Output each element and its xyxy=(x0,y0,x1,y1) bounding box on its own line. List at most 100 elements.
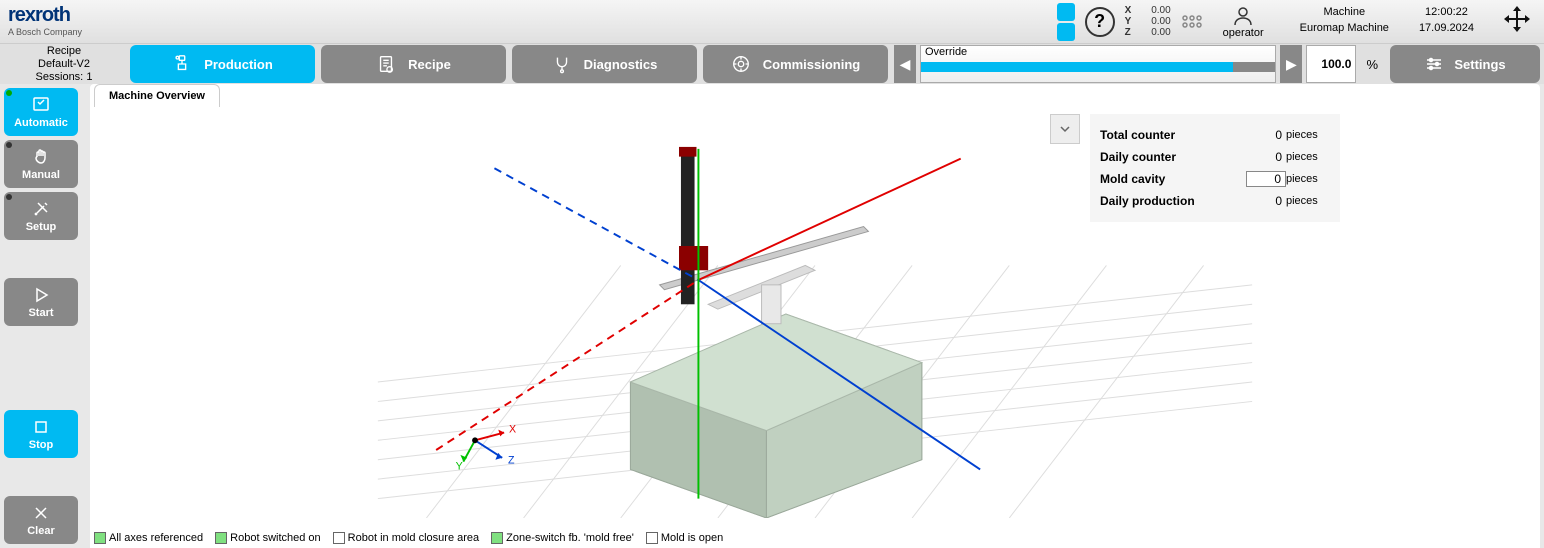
status-axes-ref: All axes referenced xyxy=(94,532,203,544)
daily-counter-value: 0 xyxy=(1246,150,1286,164)
stop-icon xyxy=(31,417,51,437)
machine-label: Machine xyxy=(1300,4,1389,20)
status-box-icon xyxy=(646,532,658,544)
override-slider[interactable]: Override xyxy=(920,45,1276,83)
axis-y-value: 0.00 xyxy=(1141,16,1171,27)
main-nav: Recipe Default-V2 Sessions: 1 Production… xyxy=(0,44,1544,84)
side-stop-label: Stop xyxy=(29,439,53,451)
override-value[interactable]: 100.0 xyxy=(1306,45,1356,83)
recipe-label: Recipe xyxy=(4,45,124,58)
triad-x-label: X xyxy=(509,424,516,436)
total-counter-unit: pieces xyxy=(1286,129,1330,141)
side-automatic[interactable]: Automatic xyxy=(4,88,78,136)
axis-button-top[interactable] xyxy=(1057,3,1075,21)
nav-diagnostics[interactable]: Diagnostics xyxy=(512,45,697,83)
settings-button[interactable]: Settings xyxy=(1390,45,1540,83)
side-clear-label: Clear xyxy=(27,525,55,537)
machine-date: 17.09.2024 xyxy=(1419,20,1474,36)
user-icon xyxy=(1232,5,1254,27)
recipe-info: Recipe Default-V2 Sessions: 1 xyxy=(4,45,124,84)
side-setup-label: Setup xyxy=(26,221,57,233)
grid-icon[interactable] xyxy=(1181,14,1203,30)
daily-counter-unit: pieces xyxy=(1286,151,1330,163)
axis-x-value: 0.00 xyxy=(1141,5,1171,16)
recipe-name: Default-V2 xyxy=(4,58,124,71)
status-box-icon xyxy=(94,532,106,544)
nav-production-label: Production xyxy=(204,57,273,72)
side-stop[interactable]: Stop xyxy=(4,410,78,458)
nav-commissioning[interactable]: Commissioning xyxy=(703,45,888,83)
robot-icon xyxy=(172,54,192,74)
main-panel: Machine Overview xyxy=(90,84,1540,548)
triad-z-label: Z xyxy=(508,455,515,467)
logo-subtitle: A Bosch Company xyxy=(8,27,122,37)
logo: rexroth A Bosch Company xyxy=(0,0,130,43)
total-counter-label: Total counter xyxy=(1100,128,1246,142)
axis-button-bottom[interactable] xyxy=(1057,23,1075,41)
tab-bar: Machine Overview xyxy=(90,84,1540,107)
override-block: ◀ Override ▶ 100.0 % xyxy=(894,45,1384,83)
play-icon xyxy=(31,285,51,305)
side-clear[interactable]: Clear xyxy=(4,496,78,544)
status-bar: All axes referenced Robot switched on Ro… xyxy=(94,532,1536,544)
axis-readout: ? X 0.00 Y 0.00 Z 0.00 operator xyxy=(1057,0,1284,43)
diagnostics-icon xyxy=(552,54,572,74)
recipe-sessions: Sessions: 1 xyxy=(4,71,124,84)
commissioning-icon xyxy=(731,54,751,74)
automatic-icon xyxy=(31,95,51,115)
expand-button[interactable] xyxy=(1050,114,1080,144)
override-label: Override xyxy=(925,46,967,58)
nav-recipe[interactable]: Recipe xyxy=(321,45,506,83)
mold-cavity-unit: pieces xyxy=(1286,173,1330,185)
mold-cavity-label: Mold cavity xyxy=(1100,172,1246,186)
sidebar: Automatic Manual Setup Start xyxy=(0,84,90,548)
override-unit: % xyxy=(1360,57,1384,72)
axis-z-label: Z xyxy=(1125,27,1135,38)
nav-commissioning-label: Commissioning xyxy=(763,57,861,72)
triad-y-label: Y xyxy=(456,460,463,472)
side-start[interactable]: Start xyxy=(4,278,78,326)
settings-icon xyxy=(1424,54,1444,74)
nav-production[interactable]: Production xyxy=(130,45,315,83)
counter-panel: Total counter 0 pieces Daily counter 0 p… xyxy=(1090,114,1340,222)
tab-overview[interactable]: Machine Overview xyxy=(94,84,220,107)
header: rexroth A Bosch Company ? X 0.00 Y 0.00 Z0… xyxy=(0,0,1544,44)
tools-icon xyxy=(31,199,51,219)
hand-icon xyxy=(31,147,51,167)
machine-time: 12:00:22 xyxy=(1419,4,1474,20)
logo-text: rexroth xyxy=(8,4,122,27)
daily-production-value: 0 xyxy=(1246,194,1286,208)
content: Automatic Manual Setup Start xyxy=(0,84,1544,548)
operator-label: operator xyxy=(1223,27,1264,39)
status-robot-on: Robot switched on xyxy=(215,532,321,544)
status-box-icon xyxy=(333,532,345,544)
axis-y-label: Y xyxy=(1125,16,1135,27)
status-mold-open: Mold is open xyxy=(646,532,723,544)
status-zone-switch: Zone-switch fb. 'mold free' xyxy=(491,532,634,544)
nav-diagnostics-label: Diagnostics xyxy=(584,57,658,72)
side-setup[interactable]: Setup xyxy=(4,192,78,240)
override-decrease[interactable]: ◀ xyxy=(894,45,916,83)
operator-block[interactable]: operator xyxy=(1213,5,1274,39)
move-icon[interactable] xyxy=(1490,0,1544,43)
daily-production-unit: pieces xyxy=(1286,195,1330,207)
axis-z-value: 0.00 xyxy=(1141,27,1171,38)
nav-recipe-label: Recipe xyxy=(408,57,451,72)
axis-x-label: X xyxy=(1125,5,1135,16)
close-icon xyxy=(31,503,51,523)
settings-label: Settings xyxy=(1454,57,1505,72)
status-box-icon xyxy=(491,532,503,544)
help-button[interactable]: ? xyxy=(1085,7,1115,37)
side-automatic-label: Automatic xyxy=(14,117,68,129)
recipe-icon xyxy=(376,54,396,74)
mold-cavity-input[interactable]: 0 xyxy=(1246,171,1286,187)
side-manual[interactable]: Manual xyxy=(4,140,78,188)
side-start-label: Start xyxy=(28,307,53,319)
total-counter-value: 0 xyxy=(1246,128,1286,142)
daily-counter-label: Daily counter xyxy=(1100,150,1246,164)
status-mold-closure: Robot in mold closure area xyxy=(333,532,479,544)
override-increase[interactable]: ▶ xyxy=(1280,45,1302,83)
daily-production-label: Daily production xyxy=(1100,194,1246,208)
side-manual-label: Manual xyxy=(22,169,60,181)
machine-info: Machine Euromap Machine 12:00:22 17.09.2… xyxy=(1284,0,1490,43)
